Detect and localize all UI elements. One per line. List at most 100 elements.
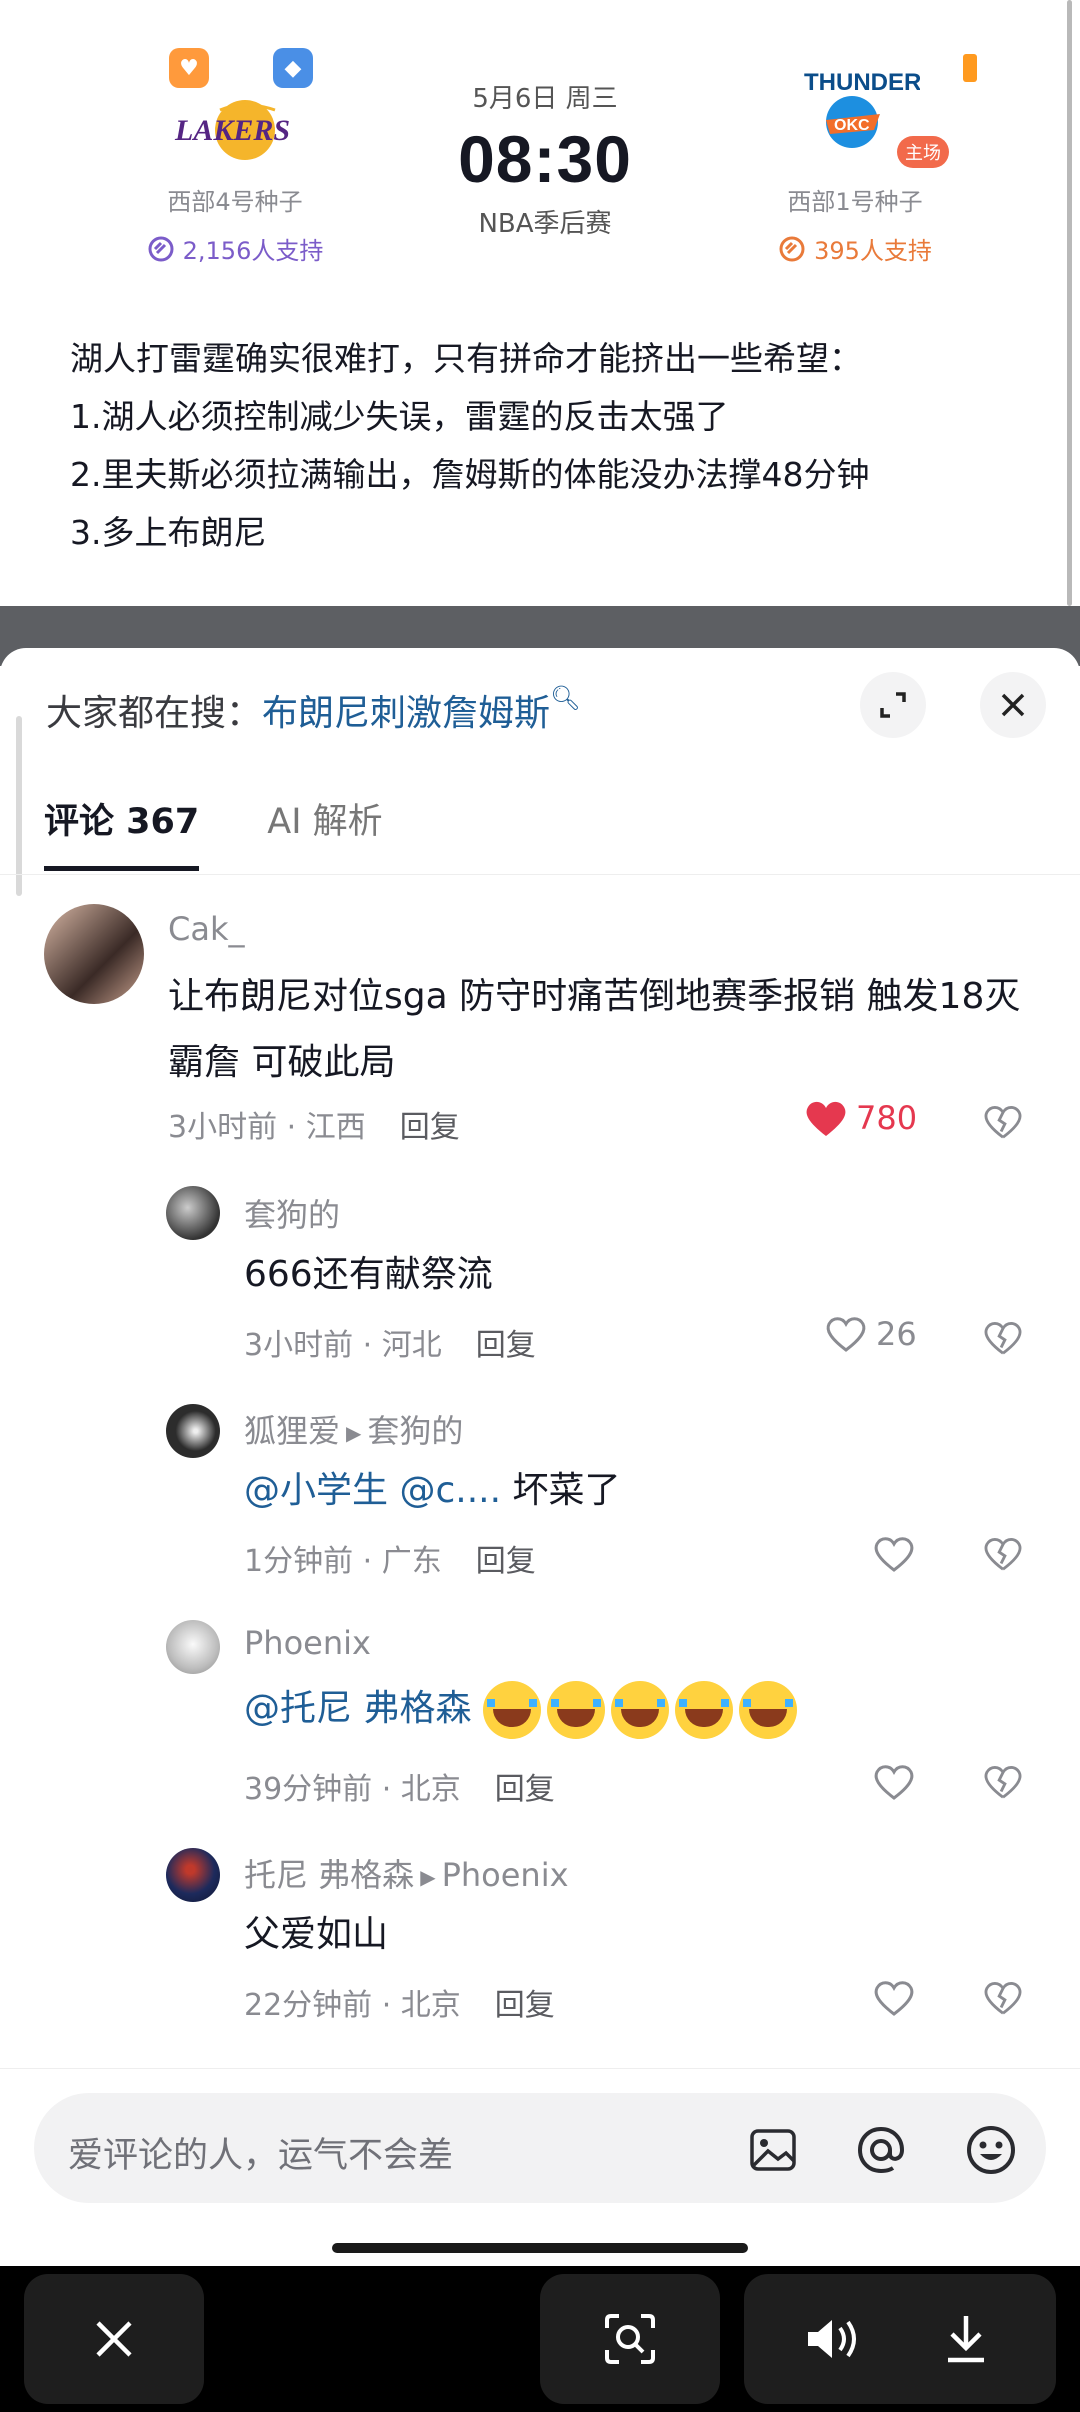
comment-sheet: 大家都在搜：布朗尼刺激詹姆斯🔍︎ 评论 367 AI 解析 Cak_ 让布朗尼对…	[0, 648, 1080, 2268]
search-icon: 🔍︎	[550, 684, 581, 712]
reply-arrow-icon: ▶	[420, 1865, 436, 1889]
mention-link[interactable]: @c....	[399, 1470, 501, 1511]
reply-button[interactable]: 回复	[476, 1328, 536, 1363]
comment-author[interactable]: Phoenix	[244, 1624, 371, 1662]
comment-author[interactable]: 套狗的	[244, 1190, 340, 1236]
avatar[interactable]	[166, 1186, 220, 1240]
reply-button[interactable]: 回复	[400, 1110, 460, 1145]
visual-search-button[interactable]	[540, 2274, 720, 2404]
article-line: 1.湖人必须控制减少失误，雷霆的反击太强了	[70, 397, 729, 436]
away-support[interactable]: 395人支持	[735, 231, 975, 266]
home-team[interactable]: ♥ ◆ LAKERS 西部4号种子 2,156人支持	[115, 40, 355, 266]
clap-icon	[148, 236, 174, 261]
trending-search[interactable]: 大家都在搜：布朗尼刺激詹姆斯🔍︎	[46, 684, 581, 736]
home-court-badge: 主场	[897, 136, 949, 168]
match-league: NBA季后赛	[478, 209, 612, 239]
tab-comments[interactable]: 评论 367	[44, 793, 200, 871]
page-scrollbar[interactable]	[1067, 0, 1072, 606]
broken-heart-icon[interactable]	[982, 1318, 1024, 1358]
home-support[interactable]: 2,156人支持	[115, 231, 355, 266]
tabs-divider	[0, 874, 1080, 875]
away-flag-icon	[963, 54, 977, 82]
close-icon	[1001, 693, 1025, 717]
avatar[interactable]	[166, 1620, 220, 1674]
comment-meta: 3小时前 · 河北 回复	[244, 1328, 536, 1363]
bottom-toolbar	[0, 2266, 1080, 2412]
heart-icon[interactable]	[872, 1534, 916, 1574]
article-line: 3.多上布朗尼	[70, 513, 267, 552]
comment-meta: 22分钟前 · 北京 回复	[244, 1988, 555, 2023]
reply-button[interactable]: 回复	[495, 1772, 555, 1807]
comment-input-placeholder: 爱评论的人，运气不会差	[68, 2136, 454, 2176]
heart-icon[interactable]	[872, 1978, 916, 2018]
away-seed: 西部1号种子	[787, 188, 923, 216]
comment-meta: 1分钟前 · 广东 回复	[244, 1544, 536, 1579]
expand-button[interactable]	[860, 672, 926, 738]
comment-input-bar: 爱评论的人，运气不会差	[0, 2068, 1080, 2268]
heart-icon[interactable]	[872, 1762, 916, 1802]
article-line: 湖人打雷霆确实很难打，只有拼命才能挤出一些希望：	[70, 339, 862, 378]
comment-author: 狐狸爱 ▶ 套狗的	[244, 1412, 464, 1450]
comment-author: 托尼 弗格森 ▶ Phoenix	[244, 1856, 569, 1894]
avatar[interactable]	[44, 904, 144, 1004]
home-seed: 西部4号种子	[167, 188, 303, 216]
away-team[interactable]: THUNDER OKC 主场 西部1号种子 395人支持	[735, 40, 977, 266]
at-icon	[857, 2126, 905, 2174]
match-date: 5月6日 周三	[472, 84, 618, 114]
comment-text: 666还有献祭流	[244, 1254, 493, 1295]
image-button[interactable]	[746, 2123, 800, 2177]
svg-text:LAKERS: LAKERS	[174, 114, 290, 147]
home-indicator[interactable]	[332, 2243, 748, 2253]
broken-heart-icon[interactable]	[982, 1762, 1024, 1802]
emoji-button[interactable]	[964, 2123, 1018, 2177]
comment-meta: 39分钟前 · 北京 回复	[244, 1772, 555, 1807]
lakers-logo-icon: LAKERS	[174, 100, 290, 160]
comment-text: @托尼 弗格森	[244, 1676, 1044, 1742]
svg-text:OKC: OKC	[834, 117, 870, 134]
broken-heart-icon[interactable]	[982, 1534, 1024, 1574]
comment-text: 让布朗尼对位sga 防守时痛苦倒地赛季报销 触发18灭霸詹 可破此局	[168, 976, 1021, 1083]
trending-search-keyword[interactable]: 布朗尼刺激詹姆斯	[262, 693, 550, 734]
dismiss-button[interactable]	[24, 2274, 204, 2404]
mention-link[interactable]: @托尼 弗格森	[244, 1688, 471, 1729]
match-article: ♥ ◆ LAKERS 西部4号种子 2,156人支持 5月6日 周三 08:30…	[0, 0, 1080, 608]
article-body: 湖人打雷霆确实很难打，只有拼命才能挤出一些希望： 1.湖人必须控制减少失误，雷霆…	[70, 330, 1060, 562]
image-icon	[750, 2129, 796, 2171]
download-icon[interactable]	[942, 2312, 990, 2366]
avatar[interactable]	[166, 1848, 220, 1902]
volume-icon[interactable]	[804, 2314, 864, 2364]
reply-arrow-icon: ▶	[346, 1421, 362, 1445]
heart-icon	[826, 1317, 866, 1352]
crying-laughing-emoji	[482, 1681, 803, 1739]
comment-text: 父爱如山	[244, 1914, 389, 1955]
media-controls	[744, 2274, 1056, 2404]
mention-button[interactable]	[854, 2123, 908, 2177]
trending-search-prefix: 大家都在搜：	[46, 693, 263, 734]
sheet-scrollbar[interactable]	[16, 716, 22, 896]
like-button[interactable]: 780	[804, 1098, 917, 1138]
scan-search-icon	[605, 2314, 655, 2364]
mention-link[interactable]: @小学生	[244, 1470, 388, 1511]
heart-icon	[806, 1101, 846, 1136]
like-button[interactable]: 26	[824, 1314, 917, 1354]
comment-tabs: 评论 367 AI 解析	[44, 793, 383, 871]
reply-button[interactable]: 回复	[495, 1988, 555, 2023]
expand-icon	[880, 692, 906, 718]
close-icon	[96, 2321, 132, 2357]
comment-text: @小学生 @c.... 坏菜了	[244, 1470, 621, 1511]
match-info: 5月6日 周三 08:30 NBA季后赛	[390, 78, 700, 240]
broken-heart-icon[interactable]	[982, 1102, 1024, 1142]
emoji-icon	[967, 2126, 1015, 2174]
reply-button[interactable]: 回复	[476, 1544, 536, 1579]
comment-meta: 3小时前 · 江西 回复	[168, 1110, 460, 1145]
tab-ai-analysis[interactable]: AI 解析	[267, 793, 382, 871]
svg-text:THUNDER: THUNDER	[804, 69, 920, 96]
avatar[interactable]	[166, 1404, 220, 1458]
close-sheet-button[interactable]	[980, 672, 1046, 738]
article-line: 2.里夫斯必须拉满输出，詹姆斯的体能没办法撑48分钟	[70, 455, 870, 494]
broken-heart-icon[interactable]	[982, 1978, 1024, 2018]
match-time: 08:30	[458, 122, 632, 196]
comment-author[interactable]: Cak_	[168, 910, 244, 948]
clap-icon	[779, 236, 805, 261]
comment-input[interactable]: 爱评论的人，运气不会差	[34, 2093, 1046, 2203]
